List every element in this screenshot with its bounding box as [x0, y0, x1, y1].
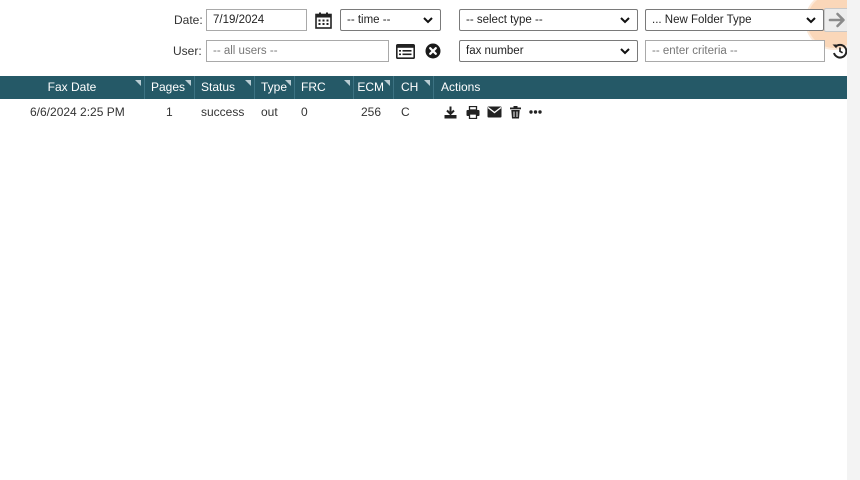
column-pages[interactable]: Pages [145, 76, 195, 99]
clear-circle-icon[interactable] [423, 41, 443, 61]
cell-fax-date: 6/6/2024 2:25 PM [30, 105, 125, 119]
cell-pages: 1 [166, 105, 173, 119]
cell-ecm: 256 [361, 105, 382, 119]
print-icon[interactable] [466, 106, 480, 119]
email-icon[interactable] [487, 106, 502, 118]
column-type[interactable]: Type [255, 76, 295, 99]
criteria-field-select[interactable]: fax number [459, 40, 638, 62]
cell-ch: C [401, 105, 410, 119]
calendar-icon[interactable] [313, 10, 333, 30]
chevron-down-icon [620, 48, 630, 55]
user-list-icon[interactable] [395, 41, 415, 61]
column-ecm[interactable]: ECM [354, 76, 394, 99]
table-row[interactable]: 6/6/2024 2:25 PM 1 success out 0 256 C [0, 101, 847, 123]
time-select[interactable]: -- time -- [340, 9, 441, 31]
vertical-scrollbar[interactable] [847, 0, 860, 480]
column-sort-marker [285, 80, 291, 86]
column-actions: Actions [441, 80, 481, 94]
column-sort-marker [344, 80, 350, 86]
user-label: User: [173, 44, 202, 58]
column-frc[interactable]: FRC [295, 76, 354, 99]
cell-type: out [261, 105, 278, 119]
table-header: Fax Date Pages Status Type FRC ECM CH Ac… [0, 76, 847, 99]
type-select-value: -- select type -- [466, 14, 543, 26]
column-sort-marker [135, 80, 141, 86]
time-select-value: -- time -- [347, 14, 391, 26]
folder-type-select[interactable]: ... New Folder Type [645, 9, 824, 31]
criteria-field-select-value: fax number [466, 45, 524, 57]
chevron-down-icon [423, 17, 433, 24]
column-sort-marker [424, 80, 430, 86]
download-icon[interactable] [444, 106, 457, 119]
more-icon[interactable] [529, 110, 542, 114]
type-select[interactable]: -- select type -- [459, 9, 638, 31]
column-sort-marker [384, 80, 390, 86]
date-input[interactable]: 7/19/2024 [206, 9, 307, 31]
chevron-down-icon [806, 17, 816, 24]
column-ch[interactable]: CH [394, 76, 434, 99]
folder-type-select-value: ... New Folder Type [652, 14, 752, 26]
chevron-down-icon [620, 17, 630, 24]
arrow-right-icon [828, 12, 845, 28]
cell-frc: 0 [301, 105, 308, 119]
criteria-input[interactable]: -- enter criteria -- [645, 40, 825, 62]
user-input[interactable]: -- all users -- [206, 40, 389, 62]
column-fax-date[interactable]: Fax Date [0, 76, 145, 99]
column-status[interactable]: Status [195, 76, 255, 99]
trash-icon[interactable] [510, 106, 521, 119]
date-label: Date: [174, 13, 203, 27]
column-sort-marker [185, 80, 191, 86]
column-sort-marker [245, 80, 251, 86]
cell-status: success [201, 105, 245, 119]
